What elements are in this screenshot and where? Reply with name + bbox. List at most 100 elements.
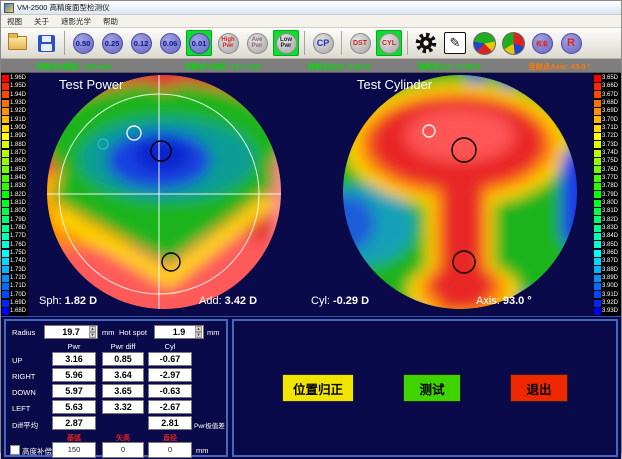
menu-company[interactable]: 遮影光学: [55, 16, 97, 27]
power-map-button[interactable]: [471, 30, 497, 56]
edit-pencil-icon: ✎: [444, 32, 466, 54]
scale-row: 3.70D: [594, 116, 621, 124]
step-025-button[interactable]: 0.25: [99, 30, 125, 56]
scale-color-swatch: [2, 75, 9, 82]
diameter-input[interactable]: 0: [148, 442, 192, 458]
down-pwr-value: 5.97: [52, 384, 96, 398]
toolbar: 0.50 0.25 0.12 0.06 0.01 High Pwr Ave Pw…: [1, 28, 621, 59]
menu-help[interactable]: 帮助: [97, 16, 124, 27]
reset-button[interactable]: R: [558, 30, 584, 56]
scale-color-swatch: [594, 125, 601, 132]
scale-tick-label: 3.73D: [602, 142, 618, 148]
menu-about[interactable]: 关于: [28, 16, 55, 27]
scale-color-swatch: [2, 158, 9, 165]
calibrate-button[interactable]: 校准: [529, 30, 555, 56]
radius-spinner[interactable]: ▲▼: [89, 326, 96, 338]
edit-button[interactable]: ✎: [442, 30, 468, 56]
scale-color-swatch: [594, 275, 601, 282]
scale-row: 3.85D: [594, 241, 621, 249]
row-down-label: DOWN: [12, 388, 36, 397]
scale-tick-label: 3.78D: [602, 183, 618, 189]
scale-tick-label: 3.79D: [602, 192, 618, 198]
low-pwr-button-selected[interactable]: Low Pwr: [273, 30, 299, 56]
ave-pwr-button[interactable]: Ave Pwr: [244, 30, 270, 56]
radius-unit: mm: [102, 328, 115, 337]
step-012-button[interactable]: 0.12: [128, 30, 154, 56]
cylinder-color-scale: 3.65D3.66D3.67D3.68D3.69D3.70D3.71D3.72D…: [593, 73, 621, 316]
scale-tick-label: 1.96D: [10, 75, 26, 81]
right-cyl-value: -2.97: [148, 368, 192, 382]
height-comp-checkbox[interactable]: [10, 445, 20, 455]
scale-color-swatch: [2, 216, 9, 223]
step-050-button[interactable]: 0.50: [70, 30, 96, 56]
scale-tick-label: 1.73D: [10, 267, 26, 273]
scale-tick-label: 1.77D: [10, 233, 26, 239]
scale-row: 3.78D: [594, 182, 621, 190]
sag-height-input[interactable]: 0: [102, 442, 144, 458]
scale-color-swatch: [2, 108, 9, 115]
app-window: VM-2500 高精度面型检测仪 视图 关于 遮影光学 帮助 0.50 0.25…: [0, 0, 622, 453]
test-cylinder-heatmap[interactable]: [325, 73, 595, 313]
toolbar-separator: [304, 31, 305, 55]
test-button[interactable]: 测试: [403, 374, 461, 402]
scale-color-swatch: [594, 116, 601, 123]
action-panel: 位置归正 测试 退出: [232, 319, 618, 457]
save-floppy-icon: [38, 35, 55, 52]
scale-color-swatch: [2, 283, 9, 290]
scale-color-swatch: [594, 141, 601, 148]
down-diff-value: 3.65: [102, 384, 144, 398]
scale-color-swatch: [594, 150, 601, 157]
scale-tick-label: 1.93D: [10, 100, 26, 106]
cyl-label: CYL: [382, 40, 396, 47]
scale-row: 3.65D: [594, 74, 621, 82]
status-x: 当前点X坐标: -4.9 mm: [36, 61, 111, 72]
scale-color-swatch: [594, 266, 601, 273]
base-curve-input[interactable]: 150: [52, 442, 96, 458]
scale-color-swatch: [594, 308, 601, 315]
cyl-button-selected[interactable]: CYL: [376, 30, 402, 56]
scale-tick-label: 1.75D: [10, 250, 26, 256]
scale-tick-label: 3.77D: [602, 175, 618, 181]
scale-color-swatch: [2, 208, 9, 215]
scale-color-swatch: [2, 166, 9, 173]
scale-tick-label: 1.95D: [10, 83, 26, 89]
scale-tick-label: 1.91D: [10, 117, 26, 123]
scale-row: 3.81D: [594, 207, 621, 215]
scale-color-swatch: [2, 275, 9, 282]
high-pwr-button[interactable]: High Pwr: [215, 30, 241, 56]
scale-color-swatch: [2, 225, 9, 232]
hotspot-input[interactable]: 1.9 ▲▼: [154, 325, 204, 339]
settings-button[interactable]: [413, 30, 439, 56]
radius-label: Radius: [12, 328, 35, 337]
measurement-panel: Radius 19.7 ▲▼ mm Hot spot 1.9 ▲▼ mm Pwr…: [4, 319, 228, 457]
cp-button[interactable]: CP: [310, 30, 336, 56]
up-diff-value: 0.85: [102, 352, 144, 366]
scale-tick-label: 3.74D: [602, 150, 618, 156]
radius-input[interactable]: 19.7 ▲▼: [44, 325, 98, 339]
scale-row: 3.77D: [594, 174, 621, 182]
scale-tick-label: 1.72D: [10, 275, 26, 281]
low-pwr-label: Low Pwr: [277, 37, 295, 49]
step-001-label: 0.01: [192, 39, 207, 48]
step-001-button-selected[interactable]: 0.01: [186, 30, 212, 56]
left-cyl-value: -2.67: [148, 400, 192, 414]
save-button[interactable]: [33, 30, 59, 56]
cylinder-map-button[interactable]: [500, 30, 526, 56]
scale-color-swatch: [2, 300, 9, 307]
scale-color-swatch: [2, 266, 9, 273]
scale-tick-label: 1.78D: [10, 225, 26, 231]
hotspot-spinner[interactable]: ▲▼: [195, 326, 202, 338]
scale-row: 3.76D: [594, 166, 621, 174]
position-reset-button[interactable]: 位置归正: [282, 374, 354, 402]
cylinder-map-icon: [502, 32, 525, 55]
step-006-button[interactable]: 0.06: [157, 30, 183, 56]
dst-button[interactable]: DST: [347, 30, 373, 56]
scale-tick-label: 1.71D: [10, 283, 26, 289]
menu-view[interactable]: 视图: [1, 16, 28, 27]
scale-color-swatch: [2, 141, 9, 148]
exit-button[interactable]: 退出: [510, 374, 568, 402]
scale-row: 1.96D: [2, 74, 28, 82]
open-button[interactable]: [4, 30, 30, 56]
axis-readout: Axis:93.0 °: [476, 295, 532, 307]
test-power-heatmap[interactable]: [29, 73, 299, 313]
